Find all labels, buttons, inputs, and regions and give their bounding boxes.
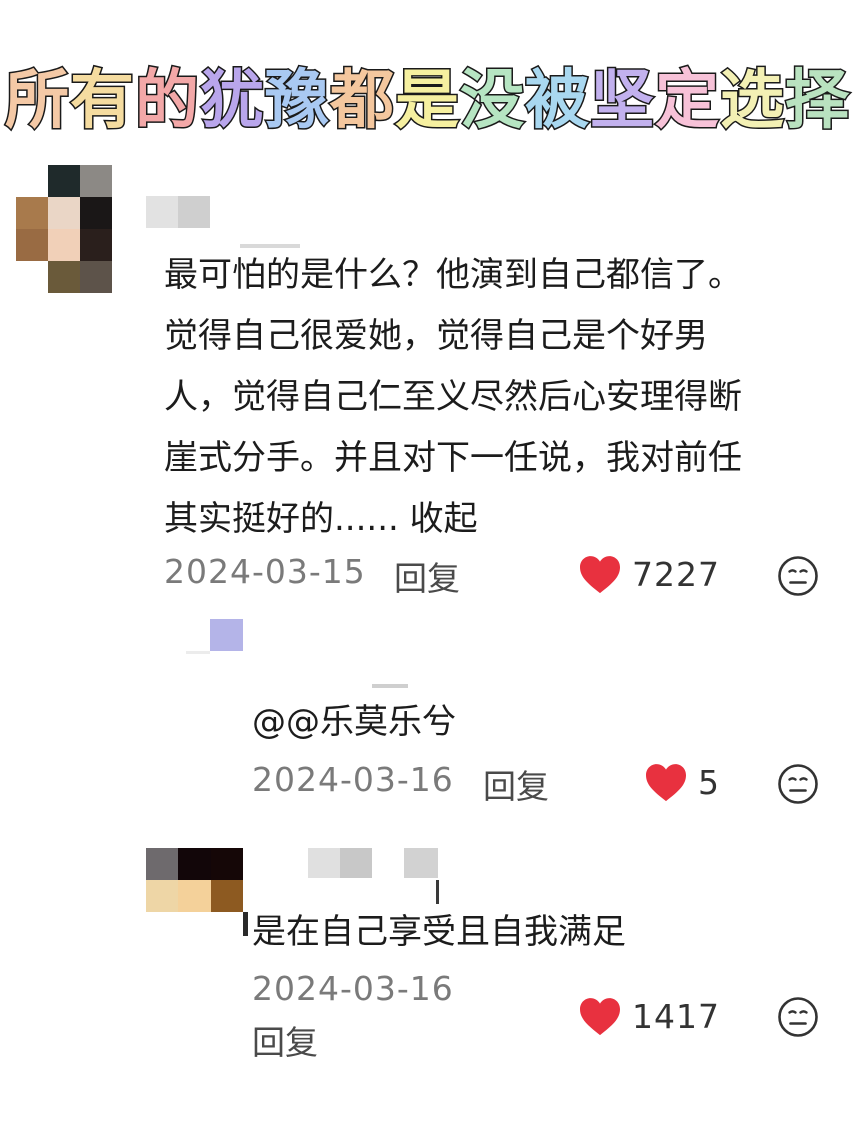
comment-line: 崖式分手。并且对下一任说，我对前任 xyxy=(164,438,742,478)
comment-line: 人，觉得自己仁至义尽然后心安理得断 xyxy=(164,377,742,417)
like-count: 5 xyxy=(698,762,720,802)
avatar[interactable] xyxy=(146,848,243,912)
blur-artifact xyxy=(243,912,248,936)
reply-button[interactable]: 回复 xyxy=(394,552,460,600)
like-button[interactable]: 1417 xyxy=(578,996,720,1036)
comment-line: 最可怕的是什么？他演到自己都信了。 xyxy=(164,255,742,295)
title-char: 都 xyxy=(329,63,396,140)
username-obscured[interactable] xyxy=(146,196,210,228)
comment-text: 是在自己享受且自我满足 xyxy=(252,902,626,963)
comment-text: 最可怕的是什么？他演到自己都信了。 觉得自己很爱她，觉得自己是个好男 人，觉得自… xyxy=(164,245,742,550)
like-count: 1417 xyxy=(632,996,720,1036)
neutral-face-icon[interactable] xyxy=(777,763,819,805)
comment-text: @@乐莫乐兮 xyxy=(252,692,456,753)
title-char: 的 xyxy=(134,63,201,140)
blur-artifact xyxy=(186,651,210,654)
blur-artifact xyxy=(436,880,439,904)
title-char: 坚 xyxy=(589,63,656,140)
like-button[interactable]: 7227 xyxy=(578,554,720,594)
like-count: 7227 xyxy=(632,554,720,594)
title-char: 择 xyxy=(784,63,851,140)
username-obscured[interactable] xyxy=(372,684,408,688)
avatar[interactable] xyxy=(16,165,112,293)
comment-date: 2024-03-16 xyxy=(252,969,454,1008)
title-char: 被 xyxy=(524,63,591,140)
comment-date: 2024-03-16 xyxy=(252,760,454,799)
avatar[interactable] xyxy=(210,619,243,651)
heart-icon xyxy=(580,998,620,1036)
comment-line: @@乐莫乐兮 xyxy=(252,702,456,742)
like-button[interactable]: 5 xyxy=(644,762,720,802)
comment-date: 2024-03-15 xyxy=(164,552,366,591)
comment-line[interactable]: 其实挺好的...... 收起 xyxy=(164,489,742,550)
comment-line: 觉得自己很爱她，觉得自己是个好男 xyxy=(164,316,708,356)
title-char: 所 xyxy=(4,63,71,140)
title-char: 是 xyxy=(394,63,461,140)
title-char: 选 xyxy=(719,63,786,140)
heart-icon xyxy=(580,556,620,594)
reply-button[interactable]: 回复 xyxy=(483,760,549,808)
comment-line: 是在自己享受且自我满足 xyxy=(252,912,626,952)
title-char: 没 xyxy=(459,63,526,140)
username-obscured[interactable] xyxy=(308,848,372,878)
neutral-face-icon[interactable] xyxy=(777,555,819,597)
title-char: 定 xyxy=(654,63,721,140)
heart-icon xyxy=(646,764,686,802)
page-title: 所有的犹豫都是没被坚定选择 xyxy=(0,58,855,144)
username-obscured xyxy=(404,848,438,878)
neutral-face-icon[interactable] xyxy=(777,996,819,1038)
reply-button[interactable]: 回复 xyxy=(252,1016,318,1064)
title-char: 豫 xyxy=(264,63,331,140)
title-char: 犹 xyxy=(199,63,266,140)
title-char: 有 xyxy=(69,63,136,140)
